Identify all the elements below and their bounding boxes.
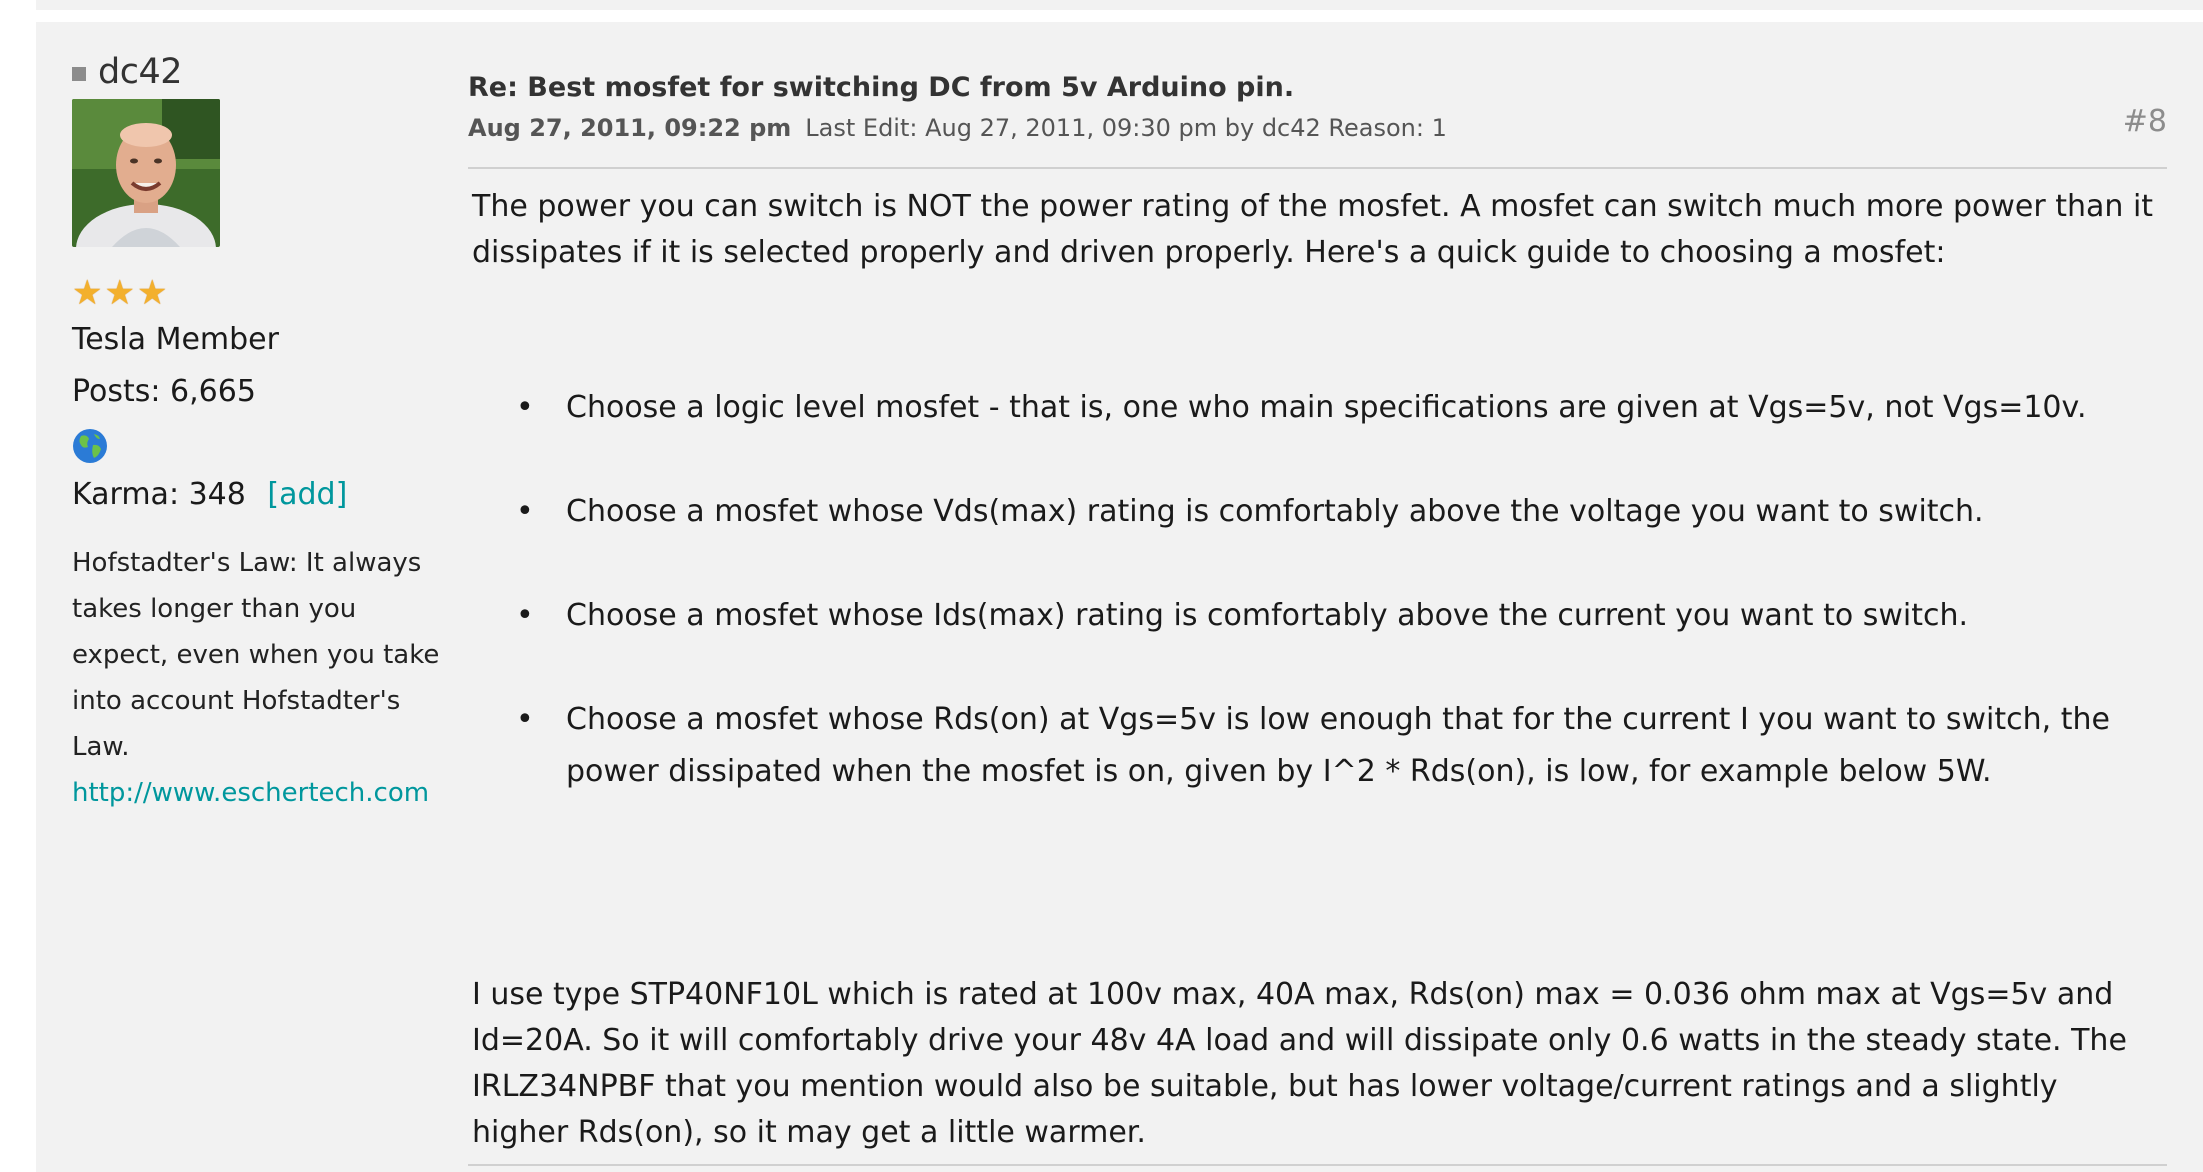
poster-name[interactable]: dc42 bbox=[98, 52, 183, 92]
signature-link[interactable]: http://www.eschertech.com bbox=[72, 770, 442, 816]
post-title[interactable]: Re: Best mosfet for switching DC from 5v… bbox=[468, 72, 1294, 103]
header-divider bbox=[468, 167, 2167, 169]
previous-post-edge bbox=[36, 0, 2203, 10]
post-meta: Aug 27, 2011, 09:22 pm Last Edit: Aug 27,… bbox=[468, 114, 1447, 142]
footer-divider bbox=[468, 1164, 2167, 1166]
list-item: Choose a mosfet whose Vds(max) rating is… bbox=[516, 486, 2166, 538]
last-edit: Last Edit: Aug 27, 2011, 09:30 pm by dc4… bbox=[805, 114, 1447, 142]
list-item: Choose a logic level mosfet - that is, o… bbox=[516, 382, 2166, 434]
signature-text: Hofstadter's Law: It always takes longer… bbox=[72, 548, 440, 762]
post-number-link[interactable]: #8 bbox=[2123, 104, 2167, 139]
list-item: Choose a mosfet whose Ids(max) rating is… bbox=[516, 590, 2166, 642]
forum-post: dc42 ★ ★ ★ Tesla Member Posts: 6,665 Kar… bbox=[36, 22, 2203, 1172]
post-intro: The power you can switch is NOT the powe… bbox=[472, 189, 2154, 270]
post-date: Aug 27, 2011, 09:22 pm bbox=[468, 114, 792, 142]
posts-count: Posts: 6,665 bbox=[72, 374, 256, 409]
avatar[interactable] bbox=[72, 99, 220, 247]
poster-name-row: dc42 bbox=[72, 52, 183, 92]
karma-add-link[interactable]: [add] bbox=[267, 477, 347, 512]
status-square-icon bbox=[72, 67, 86, 81]
member-rank: Tesla Member bbox=[72, 322, 279, 357]
post-closing: I use type STP40NF10L which is rated at … bbox=[472, 977, 2127, 1150]
guide-list: Choose a logic level mosfet - that is, o… bbox=[516, 382, 2166, 850]
rank-stars: ★ ★ ★ bbox=[72, 276, 167, 310]
karma-value: Karma: 348 bbox=[72, 477, 246, 512]
globe-icon[interactable] bbox=[72, 428, 108, 464]
star-icon: ★ bbox=[72, 273, 103, 313]
star-icon: ★ bbox=[104, 273, 135, 313]
star-icon: ★ bbox=[136, 273, 168, 313]
signature: Hofstadter's Law: It always takes longer… bbox=[72, 540, 442, 816]
karma-row: Karma: 348 [add] bbox=[72, 477, 347, 512]
list-item: Choose a mosfet whose Rds(on) at Vgs=5v … bbox=[516, 694, 2166, 798]
